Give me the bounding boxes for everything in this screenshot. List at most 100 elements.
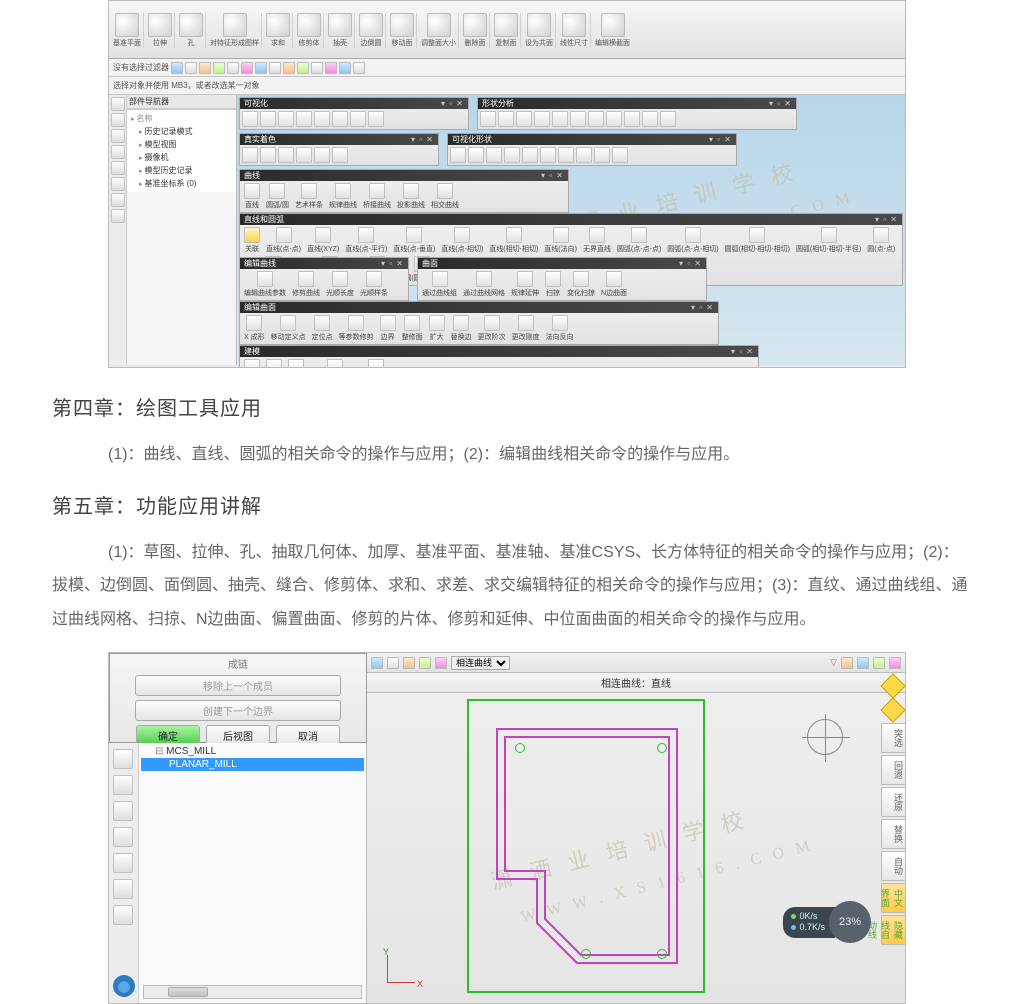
topbar-icon[interactable] xyxy=(841,657,853,669)
nav-icon[interactable] xyxy=(113,827,133,847)
nav-icon[interactable] xyxy=(113,879,133,899)
panel-tool-icon[interactable] xyxy=(749,227,765,243)
panel-tool[interactable]: 圆弧(点-点-点) xyxy=(615,227,663,254)
panel-shape-analysis[interactable]: 形状分析▾ ▫ ✕ xyxy=(477,97,797,130)
nav-icon[interactable] xyxy=(113,905,133,925)
panel-icon[interactable] xyxy=(594,147,610,163)
panel-tool-icon[interactable] xyxy=(589,227,605,243)
ribbon-group[interactable]: 抽壳 xyxy=(326,13,355,48)
panel-tool[interactable]: N边曲面 xyxy=(599,271,629,298)
panel-tool-icon[interactable] xyxy=(506,227,522,243)
panel-icon[interactable] xyxy=(486,147,502,163)
panel-tool[interactable]: 投影曲线 xyxy=(395,183,427,210)
tree-row[interactable]: 摄像机 xyxy=(129,151,234,164)
panel-tool-icon[interactable] xyxy=(369,183,385,199)
panel-icon[interactable] xyxy=(540,147,556,163)
toolbar-icon[interactable] xyxy=(227,62,239,74)
panel-tool-icon[interactable] xyxy=(276,227,292,243)
vmarker-icon[interactable]: ▽ xyxy=(830,657,837,668)
toolbar-icon[interactable] xyxy=(255,62,267,74)
panel-tool-icon[interactable] xyxy=(453,315,469,331)
toolbar-icon[interactable] xyxy=(339,62,351,74)
ribbon-icon[interactable] xyxy=(601,13,625,37)
panel-controls[interactable]: ▾ ▫ ✕ xyxy=(691,302,714,313)
panel-icon[interactable] xyxy=(498,111,514,127)
side-tab[interactable]: 中文界面 xyxy=(881,883,905,913)
panel-icon[interactable] xyxy=(534,111,550,127)
ribbon-group[interactable]: 对特征形成图样 xyxy=(208,13,262,48)
cad-canvas[interactable]: 潇 洒 业 培 训 学 校 W W W . X S 1 6 1 6 . C O … xyxy=(237,95,905,365)
panel-tool[interactable]: 直线(法向) xyxy=(542,227,579,254)
ribbon-icon[interactable] xyxy=(266,13,290,37)
panel-tool-icon[interactable] xyxy=(380,315,396,331)
panel-tool[interactable]: 光顺样条 xyxy=(358,271,390,298)
panel-icon[interactable] xyxy=(314,111,330,127)
panel-tool[interactable]: 孔 xyxy=(286,359,306,368)
panel-tool-icon[interactable] xyxy=(553,227,569,243)
ribbon-icon[interactable] xyxy=(562,13,586,37)
panel-controls[interactable]: ▾ ▫ ✕ xyxy=(709,134,732,145)
panel-tool-icon[interactable] xyxy=(358,227,374,243)
panel-tool-icon[interactable] xyxy=(327,359,343,368)
panel-tool-icon[interactable] xyxy=(873,227,889,243)
ribbon-group[interactable]: 复制面 xyxy=(492,13,521,48)
panel-controls[interactable]: ▾ ▫ ✕ xyxy=(441,98,464,109)
panel-controls[interactable]: ▾ ▫ ✕ xyxy=(541,170,564,181)
nav-icon[interactable] xyxy=(113,749,133,769)
panel-icon[interactable] xyxy=(296,147,312,163)
tree-row[interactable]: 基准坐标系 (0) xyxy=(129,177,234,190)
tree-item-mcs[interactable]: MCS_MILL xyxy=(141,745,364,758)
panel-tool-icon[interactable] xyxy=(244,227,260,243)
panel-controls[interactable]: ▾ ▫ ✕ xyxy=(411,134,434,145)
panel-icon[interactable] xyxy=(588,111,604,127)
panel-icon[interactable] xyxy=(558,147,574,163)
panel-icon[interactable] xyxy=(242,111,258,127)
panel-tool-icon[interactable] xyxy=(432,271,448,287)
panel-icon[interactable] xyxy=(314,147,330,163)
ribbon-icon[interactable] xyxy=(148,13,172,37)
part-navigator-tree[interactable]: 名称 历史记录模式模型视图摄像机模型历史记录基准坐标系 (0) xyxy=(127,109,236,192)
tree-item-planar-mill[interactable]: PLANAR_MILL xyxy=(141,758,364,771)
ribbon-icon[interactable] xyxy=(328,13,352,37)
panel-tool-icon[interactable] xyxy=(266,359,282,368)
ribbon-icon[interactable] xyxy=(359,13,383,37)
panel-tool[interactable]: 法向反向 xyxy=(544,315,576,342)
panel-tool-icon[interactable] xyxy=(301,183,317,199)
panel-icon[interactable] xyxy=(642,111,658,127)
panel-tool[interactable]: 等参数修剪 xyxy=(337,315,376,342)
panel-icon[interactable] xyxy=(260,147,276,163)
side-tab[interactable]: 回退 xyxy=(881,755,905,785)
ribbon-icon[interactable] xyxy=(115,13,139,37)
panel-tool-icon[interactable] xyxy=(246,315,262,331)
panel-true-color[interactable]: 真实着色▾ ▫ ✕ xyxy=(239,133,439,166)
ribbon-icon[interactable] xyxy=(463,13,487,37)
panel-tool-icon[interactable] xyxy=(429,315,445,331)
ribbon-group[interactable]: 拉伸 xyxy=(146,13,175,48)
panel-icon[interactable] xyxy=(332,111,348,127)
topbar-icon[interactable] xyxy=(435,657,447,669)
side-tab[interactable]: 还原 xyxy=(881,787,905,817)
toolbar-icon[interactable] xyxy=(213,62,225,74)
panel-tool[interactable]: 替换边 xyxy=(449,315,474,342)
panel-icon[interactable] xyxy=(278,111,294,127)
warning-icon[interactable] xyxy=(880,698,905,723)
panel-tool-icon[interactable] xyxy=(685,227,701,243)
topbar-icon[interactable] xyxy=(371,657,383,669)
ribbon-icon[interactable] xyxy=(427,13,451,37)
ribbon-icon[interactable] xyxy=(527,13,551,37)
panel-tool[interactable]: 移动定义点 xyxy=(269,315,308,342)
panel-tool[interactable]: 规律曲线 xyxy=(327,183,359,210)
panel-modeling[interactable]: 建模▾ ▫ ✕ 草图拉伸孔对特征形成图样修剪体 xyxy=(239,345,759,368)
cam-viewport[interactable]: 相连曲线 ▽ 相连曲线：直线 潇 洒 业 培 训 学 校 W W W . X S… xyxy=(367,653,905,1003)
panel-icon[interactable] xyxy=(552,111,568,127)
network-icon[interactable] xyxy=(113,975,135,997)
panel-tool-icon[interactable] xyxy=(517,271,533,287)
panel-edit-curve[interactable]: 编辑曲线▾ ▫ ✕ 编辑曲线参数修剪曲线光顺长度光顺样条 xyxy=(239,257,409,301)
panel-surface[interactable]: 曲面▾ ▫ ✕ 通过曲线组通过曲线网格规律延伸扫掠变化扫掠N边曲面 xyxy=(417,257,707,301)
panel-tool[interactable]: X 成形 xyxy=(242,315,267,342)
panel-tool-icon[interactable] xyxy=(335,183,351,199)
panel-tool-icon[interactable] xyxy=(348,315,364,331)
panel-controls[interactable]: ▾ ▫ ✕ xyxy=(679,258,702,269)
panel-tool-icon[interactable] xyxy=(484,315,500,331)
panel-tool[interactable]: 修剪体 xyxy=(363,359,388,368)
